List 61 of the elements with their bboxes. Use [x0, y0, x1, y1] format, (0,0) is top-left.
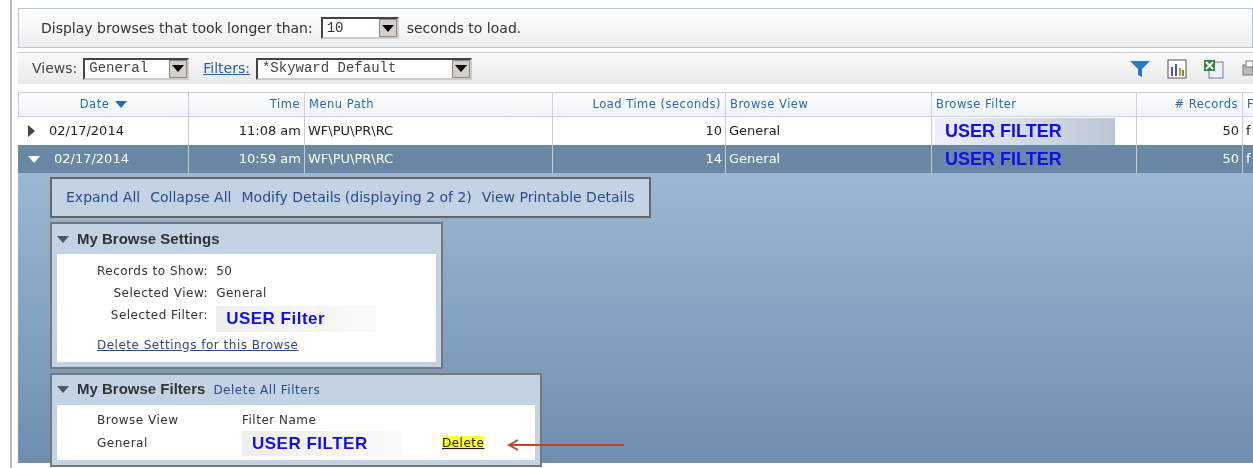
column-header: Browse Filter	[932, 92, 1137, 117]
column-header: Menu Path	[305, 92, 553, 117]
delete-link[interactable]: Delete	[442, 436, 485, 451]
field-label: Records to Show:	[97, 263, 209, 280]
table-cell-text: f	[1246, 150, 1251, 169]
table-cell-text: f	[1246, 122, 1251, 141]
details-link[interactable]: Collapse All	[150, 187, 232, 208]
column-header: Browse View	[726, 92, 932, 117]
chart-icon[interactable]	[1167, 58, 1187, 79]
column-header-label[interactable]: Date	[79, 95, 110, 114]
column-header: Time	[189, 92, 305, 117]
field-value: 50	[216, 264, 233, 278]
delete-all-link[interactable]: Delete All Filters	[213, 380, 321, 399]
printer-icon[interactable]	[1241, 58, 1253, 79]
filter-icon[interactable]	[1129, 59, 1151, 78]
spreadsheet-icon[interactable]	[1203, 58, 1225, 79]
collapse-icon[interactable]	[57, 386, 69, 393]
table-cell-text: 02/17/2014	[49, 122, 124, 141]
expand-toggle-icon[interactable]	[28, 125, 35, 137]
seconds-dropdown[interactable]: 10	[320, 17, 399, 39]
display-count: (displaying 2 of 2)	[344, 188, 472, 207]
table-cell-text: WF\PU\PR\RC	[308, 150, 394, 169]
column-header: F	[1243, 92, 1253, 117]
caret-icon	[172, 65, 185, 72]
field-value: USER Filter	[216, 306, 377, 332]
table-cell-text: 10:59 am	[238, 150, 301, 169]
details-link[interactable]: Expand All	[66, 187, 141, 208]
table-cell-text: 02/17/2014	[54, 150, 129, 169]
field-label: Selected View:	[112, 285, 209, 302]
table-cell-text: 50	[1222, 150, 1239, 169]
panel-title: My Browse Filters	[77, 379, 206, 400]
column-header: Load Time (seconds)	[553, 92, 726, 117]
panel-title: My Browse Settings	[77, 228, 220, 249]
table-cell-text: 14	[705, 150, 722, 169]
details-link[interactable]: Modify Details	[241, 187, 341, 208]
table-cell-text: WF\PU\PR\RC	[308, 122, 394, 141]
filter-name: USER FILTER	[242, 430, 402, 456]
caret-icon	[454, 65, 467, 72]
threshold-suffix: seconds to load.	[406, 18, 522, 38]
filters-dropdown[interactable]: *Skyward Default	[255, 57, 472, 80]
table-cell-text: General	[97, 435, 149, 453]
table-cell-text: 10	[705, 122, 722, 141]
sort-icon	[115, 101, 128, 108]
column-header: Browse View	[97, 411, 180, 429]
filter-name: USER FILTER	[935, 117, 1115, 145]
column-header: Filter Name	[242, 411, 318, 429]
table-cell-text: General	[729, 150, 781, 169]
views-dropdown[interactable]: General	[83, 57, 190, 80]
field-value: General	[216, 286, 267, 300]
table-cell-text: 11:08 am	[238, 122, 301, 141]
table-cell-text: 50	[1222, 122, 1239, 141]
threshold-label: Display browses that took longer than:	[41, 18, 313, 38]
column-header: # Records	[1137, 92, 1243, 117]
caret-icon	[381, 24, 394, 32]
table-cell-text: General	[729, 122, 781, 141]
filters-link[interactable]: Filters:	[203, 58, 250, 79]
views-label: Views:	[32, 59, 78, 78]
field-label: Selected Filter:	[109, 307, 209, 324]
details-link[interactable]: View Printable Details	[481, 187, 635, 208]
delete-settings-link[interactable]: Delete Settings for this Browse	[97, 335, 299, 354]
collapse-icon[interactable]	[57, 235, 69, 243]
